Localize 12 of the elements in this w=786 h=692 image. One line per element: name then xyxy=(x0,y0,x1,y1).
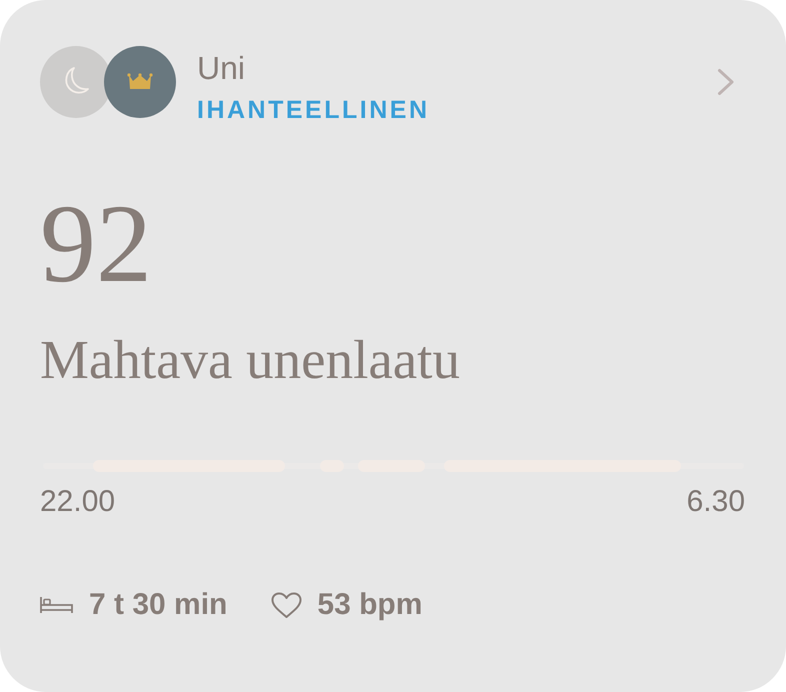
crown-icon xyxy=(104,46,176,118)
bed-icon xyxy=(40,596,74,614)
end-time: 6.30 xyxy=(686,486,745,518)
score-summary: Mahtava unenlaatu xyxy=(40,330,461,390)
sleep-score: 92 xyxy=(40,189,153,299)
heart-rate-value: 53 bpm xyxy=(317,589,422,621)
sleep-title: Uni xyxy=(197,53,246,83)
chevron-right-icon[interactable] xyxy=(717,68,735,96)
duration-value: 7 t 30 min xyxy=(89,589,228,621)
heart-icon xyxy=(271,592,302,618)
status-label: IHANTEELLINEN xyxy=(197,96,430,124)
start-time: 22.00 xyxy=(40,486,116,518)
